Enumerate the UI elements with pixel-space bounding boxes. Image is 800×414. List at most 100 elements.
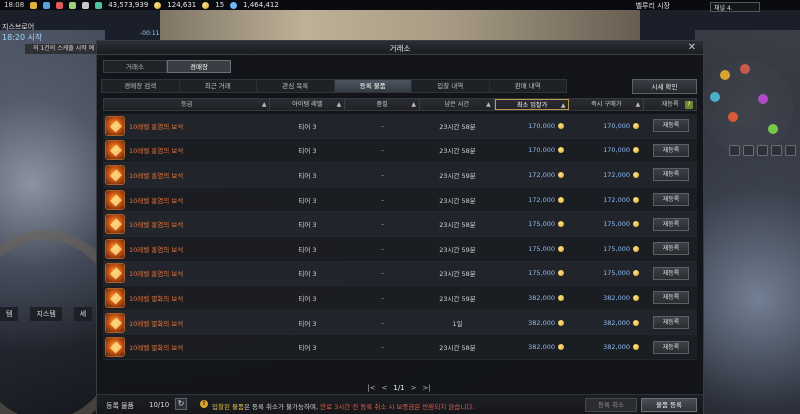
- table-row[interactable]: 10레벨 홍염의 보석 티어 3 - 23시간 58분 175,000 175,…: [103, 212, 697, 237]
- chat-icon[interactable]: [30, 1, 38, 9]
- map-button-icon[interactable]: [785, 145, 796, 156]
- table-row[interactable]: 10레벨 홍염의 보석 티어 3 - 23시간 58분 172,000 172,…: [103, 187, 697, 213]
- map-button-icon[interactable]: [743, 145, 754, 156]
- table-row[interactable]: 10레벨 멸화의 보석 티어 3 - 1일 382,000 382,000 재등…: [103, 310, 697, 336]
- map-button-icon[interactable]: [729, 145, 740, 156]
- relist-button[interactable]: 재등록: [653, 143, 689, 157]
- cancel-registration-button[interactable]: 등록 취소: [585, 398, 637, 412]
- tab-auction[interactable]: 경매장: [167, 60, 231, 73]
- map-button-icon[interactable]: [771, 145, 782, 156]
- relist-button[interactable]: 재등록: [653, 340, 689, 354]
- map-marker-icon[interactable]: [758, 94, 768, 104]
- item-name: 10레벨 홍염의 보석: [129, 245, 184, 254]
- relist-button[interactable]: 재등록: [653, 119, 689, 133]
- tab-registered-items[interactable]: 등록 물품: [334, 80, 412, 92]
- side-label[interactable]: 세: [73, 307, 93, 321]
- tab-recent-trades[interactable]: 최근 거래: [180, 80, 257, 92]
- relist-button[interactable]: 재등록: [653, 291, 689, 305]
- item-name: 10레벨 홍염의 보석: [129, 122, 184, 131]
- cell-min-bid: 382,000: [495, 343, 570, 351]
- column-min-bid[interactable]: 최소 입찰가 ▲: [494, 99, 570, 110]
- cell-min-bid: 175,000: [495, 220, 570, 228]
- register-item-button[interactable]: 물품 등록: [641, 398, 697, 412]
- channel-select[interactable]: 채널 4.: [710, 2, 760, 12]
- gold-coin-icon: [633, 294, 639, 301]
- currency-crystal: 15: [215, 1, 225, 9]
- column-time-left[interactable]: 남은 시간 ▲: [420, 99, 495, 110]
- cell-buyout: 382,000: [570, 294, 645, 302]
- map-button-icon[interactable]: [757, 145, 768, 156]
- cell-buyout: 175,000: [570, 245, 645, 253]
- close-icon[interactable]: ✕: [688, 42, 696, 53]
- cell-grade: 10레벨 멸화의 보석: [103, 337, 270, 358]
- tab-watchlist[interactable]: 관심 목록: [257, 80, 335, 92]
- tab-auction-search[interactable]: 경매장 검색: [102, 80, 180, 92]
- buyout-value: 382,000: [603, 343, 630, 352]
- gold-coin-icon: [558, 344, 564, 351]
- gem-item-icon: [105, 214, 125, 235]
- tab-exchange[interactable]: 거래소: [103, 60, 167, 73]
- cell-min-bid: 170,000: [495, 146, 570, 154]
- event-icon[interactable]: [69, 1, 77, 9]
- cell-grade: 10레벨 홍염의 보석: [103, 164, 270, 185]
- map-marker-icon[interactable]: [728, 112, 738, 122]
- relist-button[interactable]: 재등록: [653, 242, 689, 256]
- cell-buyout: 382,000: [570, 343, 645, 351]
- relist-button[interactable]: 재등록: [653, 193, 689, 207]
- first-page-button[interactable]: |<: [367, 384, 375, 392]
- main-tabs: 거래소 경매장: [103, 60, 231, 73]
- cell-quality: -: [381, 293, 384, 302]
- gem-item-icon: [105, 337, 125, 358]
- column-quality[interactable]: 품질 ▲: [345, 99, 420, 110]
- cell-min-bid: 382,000: [495, 319, 570, 327]
- table-row[interactable]: 10레벨 멸화의 보석 티어 3 - 23시간 58분 382,000 382,…: [103, 335, 697, 360]
- item-name: 10레벨 멸화의 보석: [129, 344, 184, 353]
- cell-quality: -: [381, 343, 384, 352]
- side-label[interactable]: 템: [0, 307, 19, 321]
- table-row[interactable]: 10레벨 홍염의 보석 티어 3 - 23시간 58분 170,000 170,…: [103, 114, 697, 139]
- column-grade[interactable]: 등급 ▲: [104, 99, 271, 110]
- table-row[interactable]: 10레벨 홍염의 보석 티어 3 - 23시간 58분 170,000 170,…: [103, 138, 697, 164]
- help-icon[interactable]: ?: [685, 101, 694, 109]
- cell-quality: -: [381, 195, 384, 204]
- table-row[interactable]: 10레벨 홍염의 보석 티어 3 - 23시간 58분 175,000 175,…: [103, 261, 697, 287]
- relist-button[interactable]: 재등록: [653, 168, 689, 182]
- gold-coin-icon: [633, 270, 639, 277]
- min-bid-value: 382,000: [528, 293, 555, 302]
- map-marker-icon[interactable]: [710, 92, 720, 102]
- refresh-icon[interactable]: ↻: [175, 398, 187, 410]
- shop-icon[interactable]: [82, 1, 90, 9]
- table-row[interactable]: 10레벨 멸화의 보석 티어 3 - 23시간 59분 382,000 382,…: [103, 286, 697, 311]
- relist-button[interactable]: 재등록: [653, 316, 689, 330]
- warning-icon: !: [200, 400, 208, 408]
- cell-min-bid: 172,000: [495, 196, 570, 204]
- column-buyout[interactable]: 즉시 구매가 ▲: [569, 99, 645, 110]
- buyout-value: 382,000: [603, 318, 630, 327]
- column-item-level[interactable]: 아이템 레벨 ▲: [270, 99, 346, 110]
- map-marker-icon[interactable]: [768, 124, 778, 134]
- relist-button[interactable]: 재등록: [653, 217, 689, 231]
- tab-sales-history[interactable]: 판매 내역: [490, 80, 567, 92]
- next-page-button[interactable]: >: [411, 384, 417, 392]
- tab-bid-history[interactable]: 입찰 내역: [412, 80, 490, 92]
- price-check-button[interactable]: 시세 확인: [632, 79, 697, 94]
- side-label[interactable]: 지스템: [30, 307, 62, 321]
- alert-icon[interactable]: [56, 1, 64, 9]
- top-status-bar: 18:08 43,573,939 124,631 15 1,464,412: [0, 0, 800, 10]
- gold-coin-icon: [154, 1, 162, 9]
- window-title: 거래소: [389, 44, 411, 53]
- cell-buyout: 382,000: [570, 319, 645, 327]
- last-page-button[interactable]: >|: [423, 384, 431, 392]
- side-labels: 템 지스템 세: [0, 307, 93, 321]
- map-marker-icon[interactable]: [740, 64, 750, 74]
- table-row[interactable]: 10레벨 홍염의 보석 티어 3 - 23시간 59분 175,000 175,…: [103, 236, 697, 262]
- table-row[interactable]: 10레벨 홍염의 보석 티어 3 - 23시간 59분 172,000 172,…: [103, 163, 697, 188]
- column-quality-label: 품질: [376, 101, 388, 108]
- map-marker-icon[interactable]: [720, 70, 730, 80]
- prev-page-button[interactable]: <: [381, 384, 387, 392]
- currency-gold: 124,631: [167, 1, 197, 9]
- cell-item-level: 티어 3: [298, 196, 317, 205]
- relist-button[interactable]: 재등록: [653, 266, 689, 280]
- window-header[interactable]: 거래소 ✕: [97, 41, 703, 55]
- mail-icon[interactable]: [43, 1, 51, 9]
